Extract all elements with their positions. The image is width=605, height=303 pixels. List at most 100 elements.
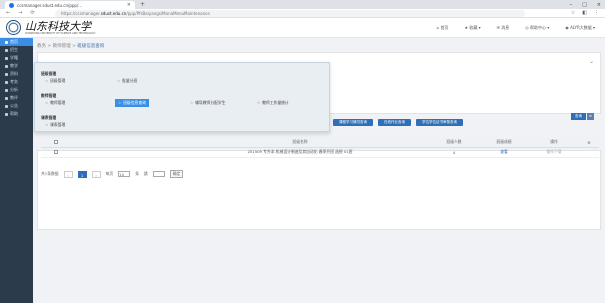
teaching-icon	[5, 64, 8, 68]
star-icon[interactable]: ☆	[45, 79, 48, 83]
sidebar-item-teaching[interactable]: 教学	[0, 62, 33, 70]
menu-item-timetable[interactable]: ☆ 课表管理	[45, 122, 65, 128]
header-home[interactable]: ⌂ 首页	[437, 25, 449, 31]
page-button[interactable]: 1	[77, 170, 87, 178]
new-tab-icon[interactable]: +	[140, 1, 145, 8]
row-action[interactable]: 操作下载	[529, 147, 579, 158]
notice-icon	[5, 104, 8, 108]
col-count[interactable]: 班级人数	[429, 138, 479, 148]
row-checkbox[interactable]	[54, 149, 58, 154]
forward-icon[interactable]: →	[18, 10, 22, 16]
bookmark-star-icon[interactable]: ☆	[571, 10, 575, 16]
sidebar-item-label: 教评	[10, 95, 18, 100]
sidebar-item-exam[interactable]: 考务	[0, 78, 33, 86]
minimize-icon[interactable]: –	[570, 2, 573, 8]
menu-item-tutor-assign[interactable]: ☆ 辅导教师分配学生	[190, 100, 226, 106]
sidebar-item-notice[interactable]: 公告	[0, 102, 33, 110]
menu-kebab-icon[interactable]: ⋮	[594, 10, 599, 16]
tab-close-icon[interactable]: ×	[127, 2, 131, 8]
breadcrumb-current: 班级信息查询	[77, 44, 105, 49]
col-class-name[interactable]: 班级名称	[171, 138, 429, 148]
course-progress-button[interactable]: 课程学习情况查询	[333, 119, 373, 126]
back-icon[interactable]: ←	[6, 10, 10, 16]
col-settings[interactable]: ⚙	[579, 138, 599, 148]
university-seal-icon	[6, 20, 21, 35]
next-page-button[interactable]: ›	[91, 170, 101, 178]
app-header: 山东科技大学 SHANDONG UNIVERSITY OF SCIENCE AN…	[0, 18, 605, 38]
menu-item-class-query[interactable]: ☆ 班级信息查询	[115, 99, 149, 107]
menu-group-title: 教师管理	[41, 93, 57, 98]
table-row[interactable]: 201509 专升本 机械设计制造及其自动化 春季开班 函授 01班 4 查看 …	[41, 147, 599, 158]
url-prefix: https://ccsmanager.	[61, 11, 101, 16]
sidebar-item-label: 帮助	[10, 111, 18, 116]
prev-page-button[interactable]: ‹	[63, 170, 73, 178]
row-score-link[interactable]: 查看	[479, 147, 529, 158]
star-icon[interactable]: ☆	[117, 79, 120, 83]
browser-tabbar: ccsmanager.sdust.edu.cn/ppp/... × + – □ …	[0, 0, 605, 9]
menu-item-label: 批量分班	[122, 78, 138, 83]
breadcrumb-item[interactable]: 教务	[37, 44, 46, 49]
star-icon[interactable]: ☆	[45, 101, 48, 105]
sidebar-item-materials[interactable]: 资料	[0, 70, 33, 78]
logo-text: 山东科技大学	[25, 19, 91, 33]
select-all-checkbox[interactable]	[54, 139, 58, 144]
gear-icon[interactable]: ⚙	[587, 140, 590, 145]
col-score: 班级成绩	[479, 138, 529, 148]
header-messages[interactable]: ✉ 消息	[497, 25, 510, 31]
university-logo[interactable]: 山东科技大学 SHANDONG UNIVERSITY OF SCIENCE AN…	[6, 20, 96, 35]
sidebar-item-label: 资料	[10, 71, 18, 76]
extensions-icon[interactable]: ◧	[582, 10, 587, 16]
per-page-select[interactable]: 10	[118, 171, 131, 177]
menu-item-batch-assign[interactable]: ☆ 批量分班	[117, 78, 137, 84]
breadcrumb: 教务 > 教师管理 > 班级信息查询	[37, 44, 105, 49]
menu-item-label: 教师管理	[50, 100, 66, 105]
address-bar[interactable]: https://ccsmanager. sdust.edu.cn/ppp/PfsB…	[55, 10, 525, 17]
goto-confirm-button[interactable]: 确定	[169, 170, 184, 178]
chevron-down-icon[interactable]: ⌄	[589, 58, 594, 65]
star-icon[interactable]: ☆	[257, 101, 260, 105]
menu-item-class-management[interactable]: ☆ 班级管理	[45, 78, 65, 84]
sidebar-item-label: 教学	[10, 63, 18, 68]
star-icon[interactable]: ☆	[190, 101, 193, 105]
star-icon[interactable]: ☆	[118, 101, 121, 105]
header-help[interactable]: ◎ 帮助中心 ▾	[525, 25, 549, 31]
per-page-value: 10	[119, 172, 125, 177]
star-icon[interactable]: ☆	[45, 123, 48, 127]
col-select[interactable]	[41, 138, 71, 148]
close-window-icon[interactable]: ×	[597, 2, 601, 8]
site-favicon-icon	[9, 2, 14, 8]
degree-audit-button[interactable]: 学位学位证书审核查询	[416, 119, 463, 126]
header-favorites[interactable]: ★ 收藏 ▾	[464, 25, 480, 31]
pagination: 共1条数据 ‹ 1 › 每页 10 条 跳 确定	[41, 170, 184, 178]
reload-icon[interactable]: ⟳	[30, 10, 34, 16]
sidebar-item-home[interactable]: 首页	[0, 38, 33, 46]
sidebar-item-help[interactable]: 帮助	[0, 110, 33, 118]
row-select[interactable]	[41, 147, 71, 158]
evaluation-icon	[5, 96, 8, 100]
sidebar-item-enrollment[interactable]: 招生	[0, 46, 33, 54]
menu-group-title: 班级管理	[41, 71, 57, 76]
sidebar-item-label: 分析	[10, 87, 18, 92]
more-options-icon[interactable]: ≡	[587, 113, 594, 120]
menu-item-label: 辅导教师分配学生	[195, 100, 226, 105]
browser-toolbar: ← → ⟳ https://ccsmanager. sdust.edu.cn/pp…	[0, 9, 605, 18]
sidebar-item-label: 公告	[10, 103, 18, 108]
sidebar-item-analysis[interactable]: 分析	[0, 86, 33, 94]
menu-item-teacher-management[interactable]: ☆ 教师管理	[45, 100, 65, 106]
sidebar-item-status[interactable]: 学籍	[0, 54, 33, 62]
breadcrumb-item[interactable]: 教师管理	[53, 44, 71, 49]
menu-item-label: 课表管理	[50, 122, 66, 127]
help-icon	[5, 112, 8, 116]
header-nav: ⌂ 首页 ★ 收藏 ▾ ✉ 消息 ◎ 帮助中心 ▾ ◉ ALYR大数据 ▾	[437, 25, 595, 31]
goto-page-input[interactable]	[152, 171, 165, 177]
header-user[interactable]: ◉ ALYR大数据 ▾	[565, 25, 595, 31]
sidebar-item-evaluation[interactable]: 教评	[0, 94, 33, 102]
maximize-icon[interactable]: □	[582, 2, 587, 8]
menu-item-label: 班级管理	[50, 78, 66, 83]
col-op: 操作	[529, 138, 579, 148]
browser-tab[interactable]: ccsmanager.sdust.edu.cn/ppp/... ×	[5, 1, 135, 9]
menu-item-workload[interactable]: ☆ 教师工作量统计	[257, 100, 289, 106]
search-button[interactable]: 查询	[571, 113, 586, 120]
home-icon	[5, 40, 8, 44]
online-homework-button[interactable]: 在线作业查询	[378, 119, 411, 126]
